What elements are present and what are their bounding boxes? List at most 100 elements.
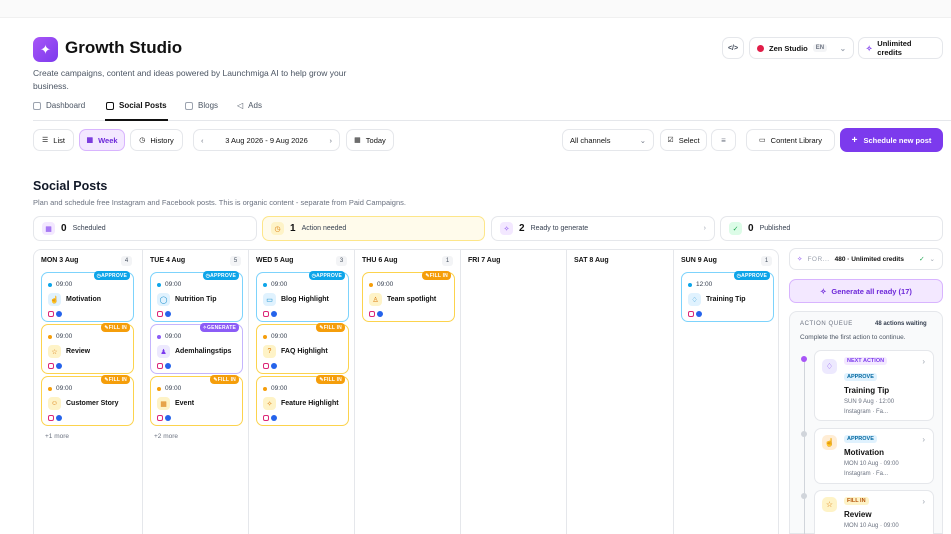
status-badge: ◷ APPROVE [202,271,239,280]
credits-button[interactable]: ✧ Unlimited credits [858,37,943,59]
list-label: List [53,135,65,145]
post-card[interactable]: ✎ FILL IN 09:00 ☺ Customer Story [41,375,134,426]
tab-blogs[interactable]: Blogs [185,101,218,110]
post-time: 09:00 [48,385,72,392]
thumbs-up-icon: ☝ [822,435,837,450]
chevron-right-icon: › [922,435,925,444]
stat-scheduled[interactable]: ▦ 0 Scheduled [33,216,257,241]
post-time: 09:00 [369,281,393,288]
credits-label: Unlimited credits [877,39,912,57]
post-channels [263,363,277,369]
day-column-divider [673,249,674,534]
status-badge-label: FILL IN [108,376,127,383]
post-time-label: 09:00 [56,385,73,392]
queue-item-name: Motivation [844,448,884,457]
status-badge: ◷ APPROVE [308,271,345,280]
post-name: Review [66,348,91,355]
more-posts-link[interactable]: +2 more [154,433,178,440]
post-name: Feature Highlight [281,400,339,407]
post-card[interactable]: ✎ FILL IN 09:00 ☆ Review [41,323,134,374]
list-view-button[interactable]: ☰ List [33,129,74,151]
post-card[interactable]: ◷ APPROVE 09:00 ▭ Blog Highlight [256,271,349,322]
post-name: Team spotlight [387,296,437,303]
stat-ready-to-generate[interactable]: ✧ 2 Ready to generate › [491,216,715,241]
instagram-icon [263,311,269,317]
tab-ads[interactable]: ◁ Ads [237,101,262,110]
leaf-icon: ◯ [157,293,170,306]
post-card[interactable]: ✎ FILL IN 09:00 ▦ Event [150,375,243,426]
calendar-icon: ▦ [354,137,361,144]
queue-subtitle: Complete the first action to continue. [800,334,906,341]
status-badge: ✎ FILL IN [422,271,451,280]
status-tag: APPROVE [844,373,877,381]
checkbox-icon: ☑ [667,137,674,144]
status-dot [369,282,373,287]
queue-count: 48 actions waiting [875,321,927,327]
post-card[interactable]: ✧ GENERATE 09:00 ♟ Ademhalingstips [150,323,243,374]
post-card[interactable]: ◷ APPROVE 09:00 ☝ Motivation [41,271,134,322]
for-label: FOR... [807,255,830,263]
post-time-label: 09:00 [165,385,182,392]
more-posts-link[interactable]: +1 more [45,433,69,440]
post-time: 09:00 [48,333,72,340]
instagram-icon [48,415,54,421]
content-library-button[interactable]: ▭ Content Library [746,129,835,151]
workspace-switcher[interactable]: Zen Studio EN ⌄ [749,37,854,59]
users-icon: ☺ [48,397,61,410]
stat-number: 1 [290,223,296,234]
post-card[interactable]: ◷ APPROVE 12:00 ♢ Training Tip [681,271,774,322]
queue-timeline [804,360,805,534]
stat-action-needed[interactable]: ◷ 1 Action needed [262,216,485,241]
facebook-icon [165,363,171,369]
date-range-picker[interactable]: ‹ 3 Aug 2026 - 9 Aug 2026 › [193,129,340,151]
status-dot [157,386,161,391]
chevron-left-icon[interactable]: ‹ [201,136,204,145]
stat-number: 0 [61,223,67,234]
chevron-right-icon[interactable]: › [329,136,332,145]
post-time: 09:00 [263,333,287,340]
language-badge: EN [812,44,828,52]
status-badge-label: FILL IN [429,272,448,279]
tab-dashboard[interactable]: Dashboard [33,101,85,110]
status-badge: ◷ APPROVE [93,271,130,280]
today-label: Today [365,135,386,145]
stat-published[interactable]: ✓ 0 Published [720,216,943,241]
credits-selector[interactable]: ✧ FOR... 480 · Unlimited credits ✓ ⌄ [789,248,943,270]
queue-item[interactable]: ☝ APPROVE Motivation MON 10 Aug · 09:00 … [814,428,934,484]
megaphone-icon: ◁ [237,101,244,110]
instagram-icon [263,363,269,369]
document-icon [185,101,193,110]
status-badge-label: APPROVE [210,272,236,279]
embed-code-button[interactable]: </> [722,37,744,59]
day-header: SAT 8 Aug [574,257,609,264]
post-card[interactable]: ✎ FILL IN 09:00 ? FAQ Highlight [256,323,349,374]
post-card[interactable]: ✎ FILL IN 09:00 ✧ Feature Highlight [256,375,349,426]
generate-all-button[interactable]: ✧ Generate all ready (17) [789,279,943,303]
facebook-icon [56,415,62,421]
status-badge-label: FILL IN [108,324,127,331]
history-button[interactable]: ◷ History [130,129,183,151]
status-badge: ✎ FILL IN [101,323,130,332]
post-card[interactable]: ◷ APPROVE 09:00 ◯ Nutrition Tip [150,271,243,322]
sparkle-icon: ✧ [500,222,513,235]
queue-item[interactable]: ☆ FILL IN Review MON 10 Aug · 09:00 › [814,490,934,534]
filter-button[interactable]: ≡ [711,129,736,151]
week-view-button[interactable]: ▦ Week [79,129,125,151]
post-channels [263,311,277,317]
post-card[interactable]: ✎ FILL IN 09:00 ♙ Team spotlight [362,271,455,322]
chevron-down-icon: ⌄ [839,43,846,53]
chevron-right-icon: › [703,225,706,232]
tab-divider [33,120,951,121]
schedule-new-post-button[interactable]: + Schedule new post [840,128,943,152]
select-button[interactable]: ☑ Select [660,129,707,151]
day-post-count: 5 [230,256,241,266]
star-icon: ☆ [48,345,61,358]
chevron-right-icon: › [922,497,925,506]
queue-item[interactable]: ♢ NEXT ACTION APPROVE Training Tip SUN 9… [814,350,934,421]
today-button[interactable]: ▦ Today [346,129,394,151]
queue-item-channel: Instagram · Fa... [844,471,889,477]
chevron-right-icon: › [922,357,925,366]
tab-social-posts[interactable]: Social Posts [106,101,167,110]
channel-select[interactable]: All channels ⌄ [562,129,654,151]
status-badge: ✎ FILL IN [101,375,130,384]
